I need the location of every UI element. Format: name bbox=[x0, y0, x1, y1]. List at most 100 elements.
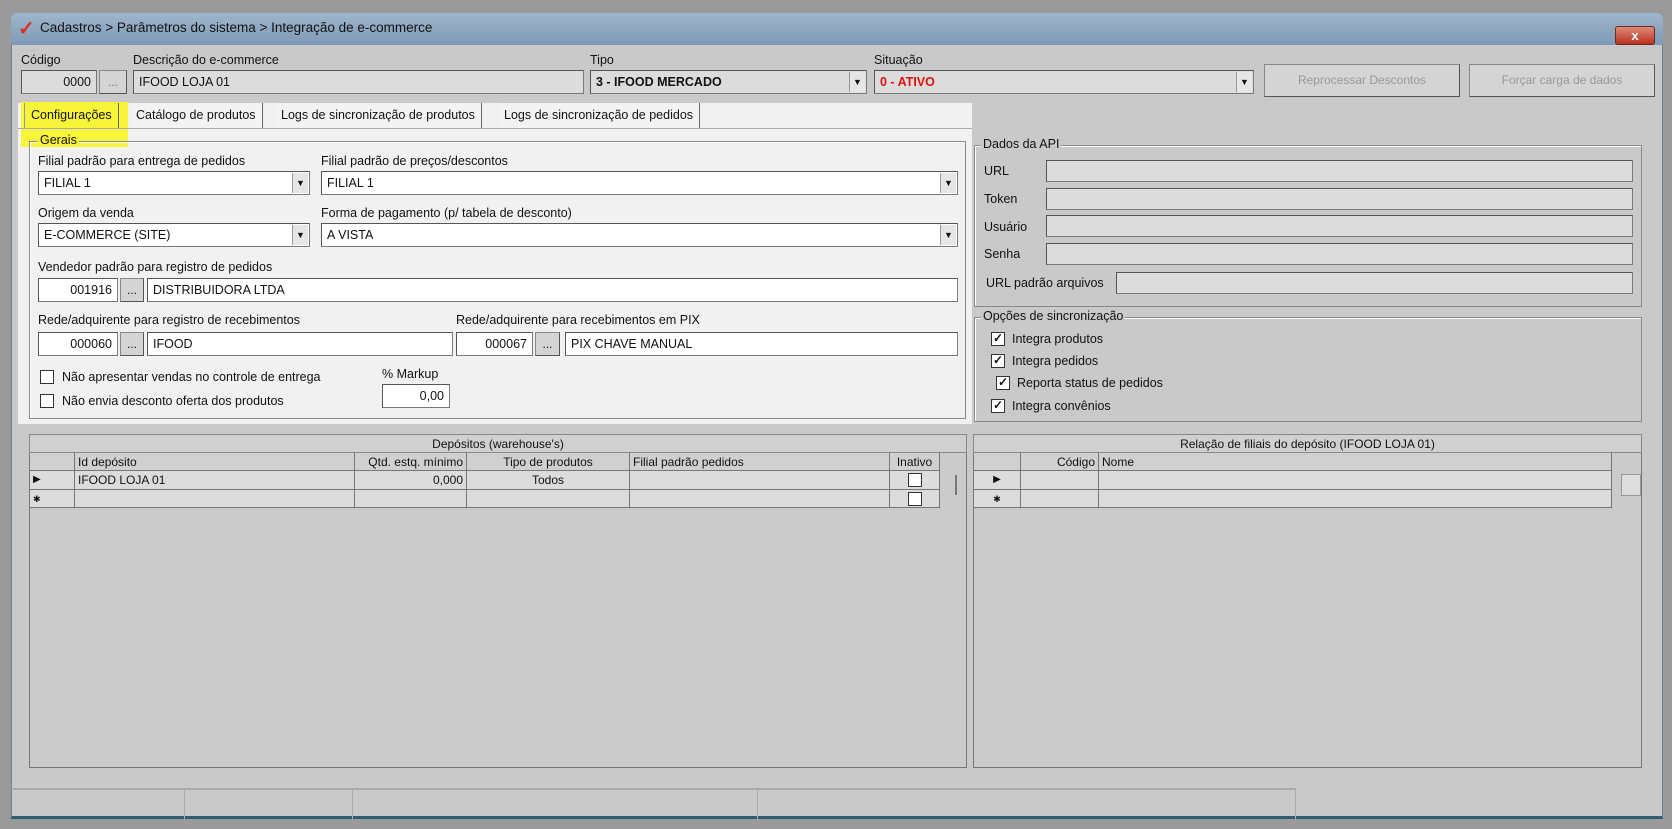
tab-catalogo[interactable]: Catálogo de produtos bbox=[130, 103, 263, 128]
new-row-cell[interactable] bbox=[355, 490, 467, 508]
tipo-value: 3 - IFOOD MERCADO bbox=[596, 75, 722, 89]
cell-qtd-estq[interactable]: 0,000 bbox=[355, 471, 467, 490]
descricao-label: Descrição do e-commerce bbox=[133, 53, 279, 67]
rede-lookup-button[interactable]: ... bbox=[120, 332, 144, 356]
filial-precos-label: Filial padrão de preços/descontos bbox=[321, 154, 508, 168]
markup-input[interactable]: 0,00 bbox=[382, 384, 450, 408]
tab-configuracoes[interactable]: Configurações bbox=[24, 103, 119, 128]
new-row-cell[interactable] bbox=[467, 490, 630, 508]
token-label: Token bbox=[984, 192, 1018, 206]
integra-pedidos-checkbox[interactable]: ✓ bbox=[991, 354, 1005, 368]
new-row-cell[interactable] bbox=[630, 490, 890, 508]
status-bar bbox=[13, 788, 1296, 790]
reporta-status-checkbox[interactable]: ✓ bbox=[996, 376, 1010, 390]
rede-pix-label: Rede/adquirente para recebimentos em PIX bbox=[456, 313, 700, 327]
empty-cell[interactable] bbox=[1021, 471, 1099, 490]
gerais-title: Gerais bbox=[38, 133, 79, 147]
inativo-checkbox[interactable] bbox=[907, 473, 922, 487]
integra-convenios-checkbox[interactable]: ✓ bbox=[991, 399, 1005, 413]
cell-inativo[interactable] bbox=[890, 471, 940, 490]
status-bar-divider bbox=[1295, 789, 1296, 819]
codigo-input[interactable]: 0000 bbox=[21, 70, 97, 94]
url-arquivos-label: URL padrão arquivos bbox=[986, 276, 1104, 290]
empty-cell[interactable] bbox=[1099, 471, 1612, 490]
cell-filial-padrao[interactable] bbox=[630, 471, 890, 490]
senha-input[interactable] bbox=[1046, 243, 1633, 265]
new-row-cell[interactable] bbox=[75, 490, 355, 508]
situacao-value: 0 - ATIVO bbox=[880, 75, 935, 89]
origem-select[interactable]: E-COMMERCE (SITE) ▼ bbox=[38, 223, 310, 247]
rede-pix-name-input[interactable]: PIX CHAVE MANUAL bbox=[565, 332, 958, 356]
integra-produtos-label: Integra produtos bbox=[1012, 332, 1104, 346]
col-tipo-produtos[interactable]: Tipo de produtos bbox=[467, 453, 630, 471]
filial-precos-select[interactable]: FILIAL 1 ▼ bbox=[321, 171, 958, 195]
filiais-title: Relação de filiais do depósito (IFOOD LO… bbox=[973, 434, 1642, 453]
col-filial-padrao[interactable]: Filial padrão pedidos bbox=[630, 453, 890, 471]
cell-tipo-produtos[interactable]: Todos bbox=[467, 471, 630, 490]
filial-entrega-value: FILIAL 1 bbox=[44, 176, 91, 190]
col-id-deposito[interactable]: Id depósito bbox=[75, 453, 355, 471]
origem-value: E-COMMERCE (SITE) bbox=[44, 228, 171, 242]
col-inativo[interactable]: Inativo bbox=[890, 453, 940, 471]
url-label: URL bbox=[984, 164, 1010, 178]
rede-pix-lookup-button[interactable]: ... bbox=[535, 332, 560, 356]
integra-pedidos-label: Integra pedidos bbox=[1012, 354, 1099, 368]
url-arquivos-input[interactable] bbox=[1116, 272, 1633, 294]
new-row-cell[interactable] bbox=[1099, 490, 1612, 508]
status-bar-divider bbox=[352, 789, 353, 819]
filial-precos-value: FILIAL 1 bbox=[327, 176, 374, 190]
app-logo-icon: ✓ bbox=[18, 18, 35, 40]
rede-name-input[interactable]: IFOOD bbox=[147, 332, 453, 356]
descricao-input[interactable]: IFOOD LOJA 01 bbox=[133, 70, 584, 94]
usuario-input[interactable] bbox=[1046, 215, 1633, 237]
tab-logs-produtos[interactable]: Logs de sincronização de produtos bbox=[275, 103, 482, 128]
integra-convenios-label: Integra convênios bbox=[1012, 399, 1111, 413]
window-title: Cadastros > Parâmetros do sistema > Inte… bbox=[40, 20, 433, 35]
codigo-lookup-button[interactable]: ... bbox=[99, 70, 127, 94]
forcar-carga-button[interactable]: Forçar carga de dados bbox=[1469, 64, 1655, 97]
reprocessar-descontos-button[interactable]: Reprocessar Descontos bbox=[1264, 64, 1460, 97]
tipo-select[interactable]: 3 - IFOOD MERCADO ▼ bbox=[590, 70, 867, 94]
col-codigo[interactable]: Código bbox=[1021, 453, 1099, 471]
tab-divider bbox=[18, 128, 972, 129]
rede-code-input[interactable]: 000060 bbox=[38, 332, 118, 356]
situacao-select[interactable]: 0 - ATIVO ▼ bbox=[874, 70, 1254, 94]
vendedor-code-input[interactable]: 001916 bbox=[38, 278, 118, 302]
chevron-down-icon: ▼ bbox=[940, 225, 956, 245]
senha-label: Senha bbox=[984, 247, 1021, 261]
col-nome[interactable]: Nome bbox=[1099, 453, 1612, 471]
new-row-cell[interactable] bbox=[1021, 490, 1099, 508]
row-indicator-icon[interactable]: ▶ bbox=[30, 471, 75, 490]
forma-pagamento-select[interactable]: A VISTA ▼ bbox=[321, 223, 958, 247]
integra-produtos-checkbox[interactable]: ✓ bbox=[991, 332, 1005, 346]
chevron-down-icon: ▼ bbox=[1236, 72, 1252, 92]
filial-entrega-select[interactable]: FILIAL 1 ▼ bbox=[38, 171, 310, 195]
sync-title: Opções de sincronização bbox=[981, 309, 1126, 323]
filial-entrega-label: Filial padrão para entrega de pedidos bbox=[38, 154, 246, 168]
status-bar-divider bbox=[757, 789, 758, 819]
new-row-icon[interactable]: ✱ bbox=[30, 490, 75, 508]
new-row-icon[interactable]: ✱ bbox=[974, 490, 1021, 508]
tab-logs-pedidos[interactable]: Logs de sincronização de pedidos bbox=[498, 103, 701, 128]
inativo-checkbox[interactable] bbox=[907, 492, 922, 506]
url-input[interactable] bbox=[1046, 160, 1633, 182]
nao-apresentar-vendas-label: Não apresentar vendas no controle de ent… bbox=[62, 370, 321, 384]
cell-id-deposito[interactable]: IFOOD LOJA 01 bbox=[75, 471, 355, 490]
forma-pagamento-label: Forma de pagamento (p/ tabela de descont… bbox=[321, 206, 572, 220]
vendedor-name-input[interactable]: DISTRIBUIDORA LTDA bbox=[147, 278, 958, 302]
rede-pix-code-input[interactable]: 000067 bbox=[456, 332, 533, 356]
vendedor-lookup-button[interactable]: ... bbox=[120, 278, 144, 302]
grid-scrollbar[interactable] bbox=[1621, 474, 1641, 496]
new-row-cell[interactable] bbox=[890, 490, 940, 508]
nao-envia-desconto-checkbox[interactable] bbox=[40, 394, 54, 408]
grid-scrollbar[interactable] bbox=[955, 475, 957, 495]
row-indicator-icon[interactable]: ▶ bbox=[974, 471, 1021, 490]
forma-pagamento-value: A VISTA bbox=[327, 228, 374, 242]
close-button[interactable]: x bbox=[1615, 26, 1655, 45]
token-input[interactable] bbox=[1046, 188, 1633, 210]
col-qtd-estq[interactable]: Qtd. estq. mínimo bbox=[355, 453, 467, 471]
usuario-label: Usuário bbox=[984, 220, 1028, 234]
grid-corner bbox=[30, 453, 75, 471]
nao-apresentar-vendas-checkbox[interactable] bbox=[40, 370, 54, 384]
depositos-title: Depósitos (warehouse's) bbox=[29, 434, 967, 453]
